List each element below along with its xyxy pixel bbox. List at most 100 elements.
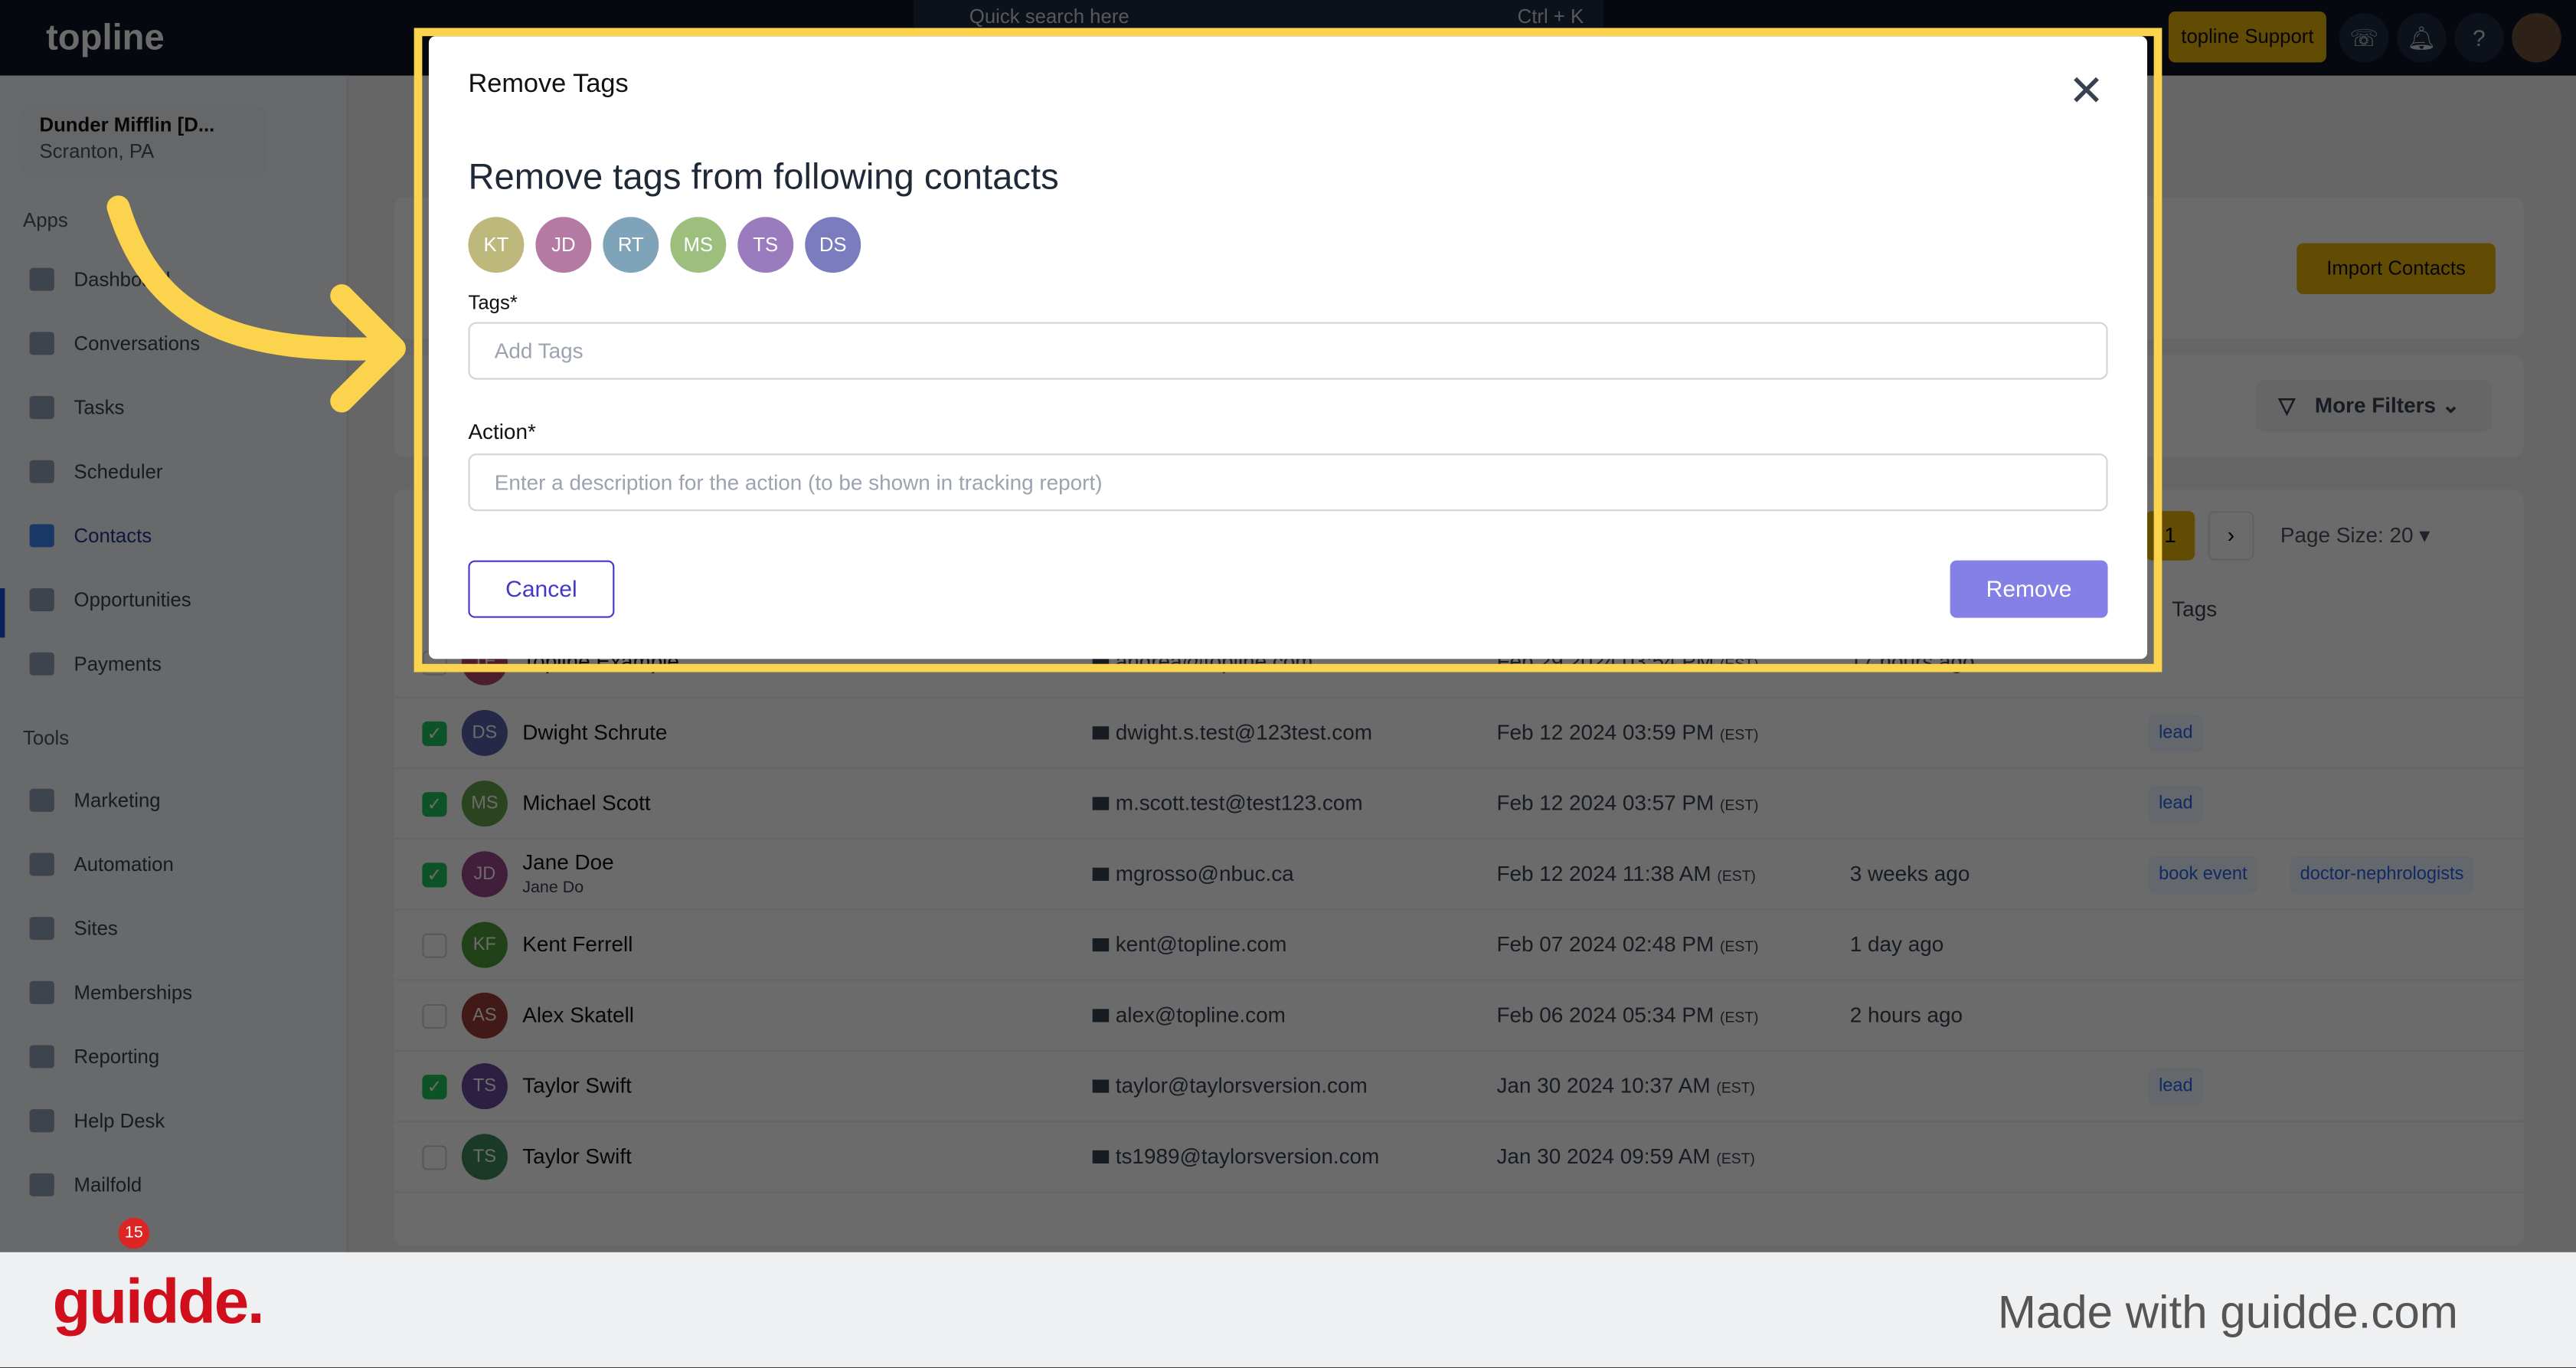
sidebar-item-opportunities[interactable]: Opportunities (29, 588, 191, 612)
remove-button[interactable]: Remove (1950, 560, 2108, 618)
tag-chip[interactable]: lead (2149, 1068, 2203, 1106)
quick-search[interactable]: Quick search here Ctrl + K (913, 0, 1603, 33)
selected-contact-avatar: RT (603, 217, 659, 273)
sidebar-item-scheduler[interactable]: Scheduler (29, 460, 162, 483)
sidebar-item-label: Payments (74, 652, 162, 676)
selected-contact-avatar: JD (535, 217, 592, 273)
table-row[interactable]: ✓ DS Dwight Schrute dwight.s.test@123test.c… (394, 698, 2524, 770)
mailfold-icon (29, 1173, 54, 1196)
tags-input[interactable] (468, 322, 2108, 380)
contact-name[interactable]: Michael Scott (522, 790, 650, 815)
contact-name[interactable]: Taylor Swift (522, 1144, 632, 1168)
cancel-button[interactable]: Cancel (468, 560, 615, 618)
row-checkbox[interactable]: ✓ (422, 792, 447, 817)
location-name: Dunder Mifflin [D... (39, 113, 215, 137)
tag-chip[interactable]: lead (2149, 785, 2203, 823)
more-filters-button[interactable]: ▽ More Filters ⌄ (2255, 379, 2493, 433)
page-1-button[interactable]: 1 (2145, 511, 2195, 561)
sites-icon (29, 917, 54, 941)
sidebar-item-payments[interactable]: Payments (29, 652, 162, 676)
help-icon[interactable]: ? (2454, 13, 2504, 63)
active-indicator (0, 588, 5, 638)
sidebar-item-dashboard[interactable]: Dashboard (29, 267, 171, 291)
sidebar-item-contacts[interactable]: Contacts (29, 524, 152, 548)
row-checkbox[interactable] (422, 1003, 447, 1029)
tag-chip[interactable]: book event (2149, 856, 2257, 895)
contact-name[interactable]: Kent Ferrell (522, 931, 633, 956)
date-text: Feb 12 2024 03:57 PM (1496, 790, 1715, 816)
sidebar-item-label: Reporting (74, 1045, 160, 1069)
row-checkbox[interactable]: ✓ (422, 721, 447, 747)
sidebar-item-automation[interactable]: Automation (29, 853, 174, 876)
table-row[interactable]: TS Taylor Swift ts1989@taylorsversion.com J… (394, 1122, 2524, 1193)
contact-name[interactable]: Alex Skatell (522, 1003, 634, 1027)
tasks-icon (29, 396, 54, 420)
date-text: Jan 30 2024 10:37 AM (1496, 1072, 1711, 1098)
email-icon (1092, 867, 1110, 881)
row-checkbox[interactable] (422, 933, 447, 958)
import-contacts-button[interactable]: Import Contacts (2296, 243, 2496, 295)
location-switcher[interactable]: Dunder Mifflin [D... Scranton, PA (19, 105, 266, 178)
row-checkbox[interactable]: ✓ (422, 862, 447, 888)
email-text: m.scott.test@test123.com (1115, 790, 1363, 816)
email-icon (1092, 1079, 1110, 1093)
contact-avatar: DS (461, 709, 508, 756)
sidebar-item-label: Dashboard (74, 267, 171, 291)
contact-name[interactable]: Dwight Schrute (522, 720, 667, 745)
sidebar-item-memberships[interactable]: Memberships (29, 980, 192, 1004)
table-row[interactable]: KF Kent Ferrell kent@topline.com Feb 07 202… (394, 910, 2524, 981)
contact-avatar: MS (461, 781, 508, 827)
contact-subname: Jane Do (522, 879, 584, 898)
sidebar-item-marketing[interactable]: Marketing (29, 788, 161, 812)
remove-tags-modal: Remove Tags ✕ Remove tags from following… (428, 36, 2148, 659)
action-input[interactable] (468, 453, 2108, 512)
created-date: Jan 30 2024 09:59 AM (EST) (1496, 1144, 1754, 1168)
timezone: (EST) (1716, 1150, 1755, 1167)
next-page-button[interactable]: › (2208, 511, 2254, 561)
table-row[interactable]: ✓ TS Taylor Swift taylor@taylorsversion.com… (394, 1052, 2524, 1123)
table-row[interactable]: ✓ MS Michael Scott m.scott.test@test123.com… (394, 769, 2524, 840)
phone-icon[interactable]: ☏ (2339, 13, 2389, 63)
apps-heading: Apps (23, 208, 68, 232)
sidebar-item-sites[interactable]: Sites (29, 917, 118, 941)
topline-logo: topline (46, 16, 165, 58)
opportunities-icon (29, 588, 54, 612)
modal-title: Remove Tags (468, 70, 629, 99)
timezone: (EST) (1720, 1009, 1759, 1026)
table-row[interactable]: ✓ JD Jane Doe Jane Do mgrosso@nbuc.ca Feb 12 … (394, 839, 2524, 911)
sidebar-item-tasks[interactable]: Tasks (29, 396, 124, 420)
email-text: mgrosso@nbuc.ca (1115, 861, 1294, 886)
created-date: Feb 12 2024 03:57 PM (EST) (1496, 790, 1758, 815)
sidebar-item-help-desk[interactable]: Help Desk (29, 1109, 165, 1133)
tag-chip[interactable]: doctor-nephrologists (2290, 856, 2474, 895)
contact-avatar: KF (461, 921, 508, 968)
action-label: Action* (468, 419, 536, 444)
sidebar-item-mailfold[interactable]: Mailfold (29, 1173, 142, 1196)
contact-name[interactable]: Jane Doe (522, 849, 613, 874)
support-button[interactable]: topline Support (2168, 11, 2326, 63)
row-checkbox[interactable] (422, 1145, 447, 1170)
sidebar-item-conversations[interactable]: Conversations (29, 332, 201, 355)
page-size-select[interactable]: Page Size: 20 ▾ (2280, 522, 2430, 548)
avatar[interactable] (2512, 13, 2561, 63)
close-icon[interactable]: ✕ (2068, 69, 2104, 112)
created-date: Feb 12 2024 03:59 PM (EST) (1496, 720, 1758, 745)
contact-email: kent@topline.com (1092, 931, 1287, 957)
contacts-icon (29, 524, 54, 548)
bell-icon[interactable]: 🔔︎ (2397, 13, 2447, 63)
sidebar-item-label: Automation (74, 853, 174, 876)
row-checkbox[interactable]: ✓ (422, 1075, 447, 1100)
email-text: kent@topline.com (1115, 931, 1287, 957)
reporting-icon (29, 1045, 54, 1069)
tag-chip[interactable]: lead (2149, 715, 2203, 753)
contact-email: mgrosso@nbuc.ca (1092, 861, 1294, 886)
date-text: Feb 06 2024 05:34 PM (1496, 1002, 1715, 1027)
table-row[interactable]: AS Alex Skatell alex@topline.com Feb 06 202… (394, 980, 2524, 1052)
last-activity: 1 day ago (1849, 931, 1944, 957)
sidebar-item-label: Opportunities (74, 588, 191, 612)
location-city: Scranton, PA (39, 139, 155, 163)
last-activity: 2 hours ago (1849, 1002, 1963, 1027)
created-date: Feb 12 2024 11:38 AM (EST) (1496, 861, 1755, 885)
contact-name[interactable]: Taylor Swift (522, 1073, 632, 1098)
sidebar-item-reporting[interactable]: Reporting (29, 1045, 160, 1069)
